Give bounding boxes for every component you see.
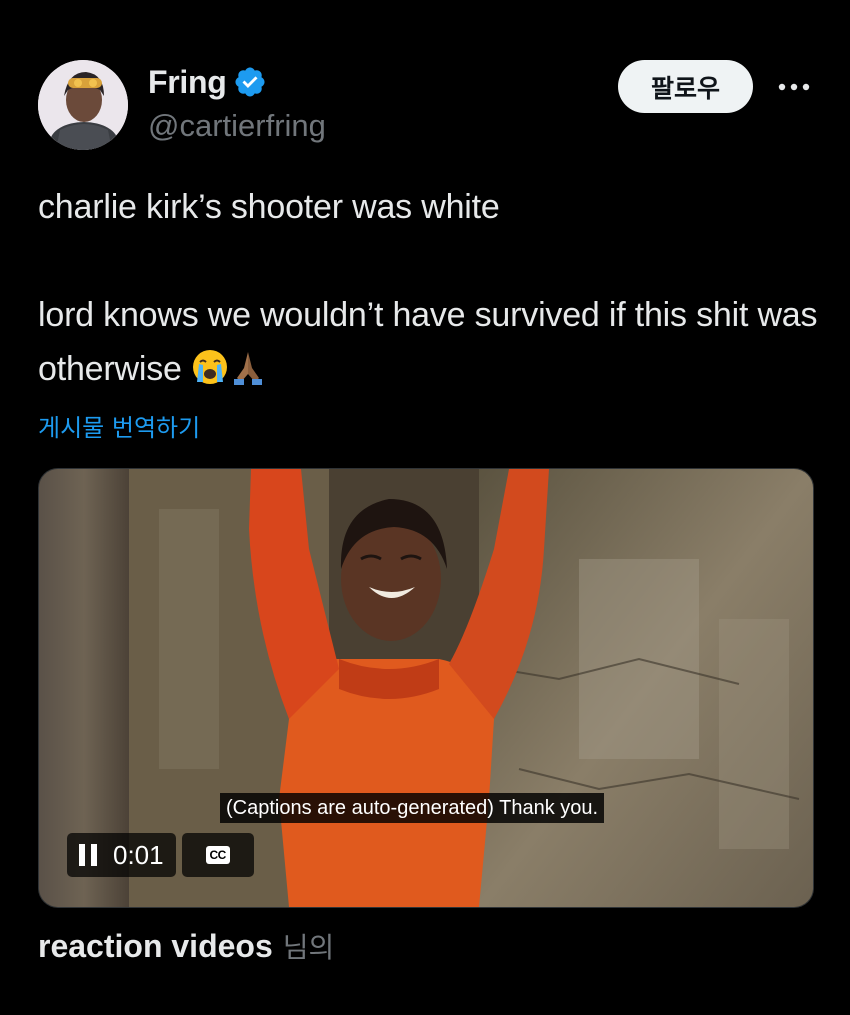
author-name-block: Fring @cartierfring bbox=[148, 62, 326, 144]
tweet-line-2-text: lord knows we wouldn’t have survived if … bbox=[38, 296, 818, 388]
translate-post-link[interactable]: 게시물 번역하기 bbox=[38, 408, 200, 443]
tweet-line-1: charlie kirk’s shooter was white bbox=[38, 188, 500, 226]
display-name[interactable]: Fring bbox=[148, 64, 227, 101]
more-options-icon[interactable] bbox=[774, 72, 814, 102]
tweet-line-2: lord knows we wouldn’t have survived if … bbox=[38, 288, 818, 396]
cc-icon: CC bbox=[205, 846, 230, 864]
folded-hands-icon bbox=[229, 348, 267, 386]
author-avatar[interactable] bbox=[38, 60, 128, 150]
tweet-text: charlie kirk’s shooter was white lord kn… bbox=[38, 180, 818, 396]
verified-badge-icon bbox=[233, 65, 267, 99]
pause-icon bbox=[79, 844, 97, 866]
loudly-crying-face-icon bbox=[191, 348, 229, 386]
attribution-suffix: 님의 bbox=[282, 931, 335, 964]
video-player[interactable]: (Captions are auto-generated) Thank you.… bbox=[38, 468, 814, 908]
tweet-header: Fring @cartierfring 팔로우 bbox=[38, 58, 813, 150]
captions-button[interactable]: CC bbox=[181, 833, 254, 877]
video-time: 0:01 bbox=[113, 839, 164, 870]
follow-button[interactable]: 팔로우 bbox=[618, 60, 753, 113]
author-handle[interactable]: @cartierfring bbox=[148, 108, 326, 144]
video-controls: 0:01 CC bbox=[67, 833, 254, 877]
avatar-image bbox=[38, 60, 128, 150]
attribution-user[interactable]: reaction videos bbox=[38, 928, 273, 965]
play-pause-control[interactable]: 0:01 bbox=[67, 833, 176, 877]
video-caption: (Captions are auto-generated) Thank you. bbox=[220, 793, 605, 823]
video-attribution: reaction videos 님의 bbox=[38, 926, 334, 966]
display-name-row: Fring bbox=[148, 62, 326, 102]
